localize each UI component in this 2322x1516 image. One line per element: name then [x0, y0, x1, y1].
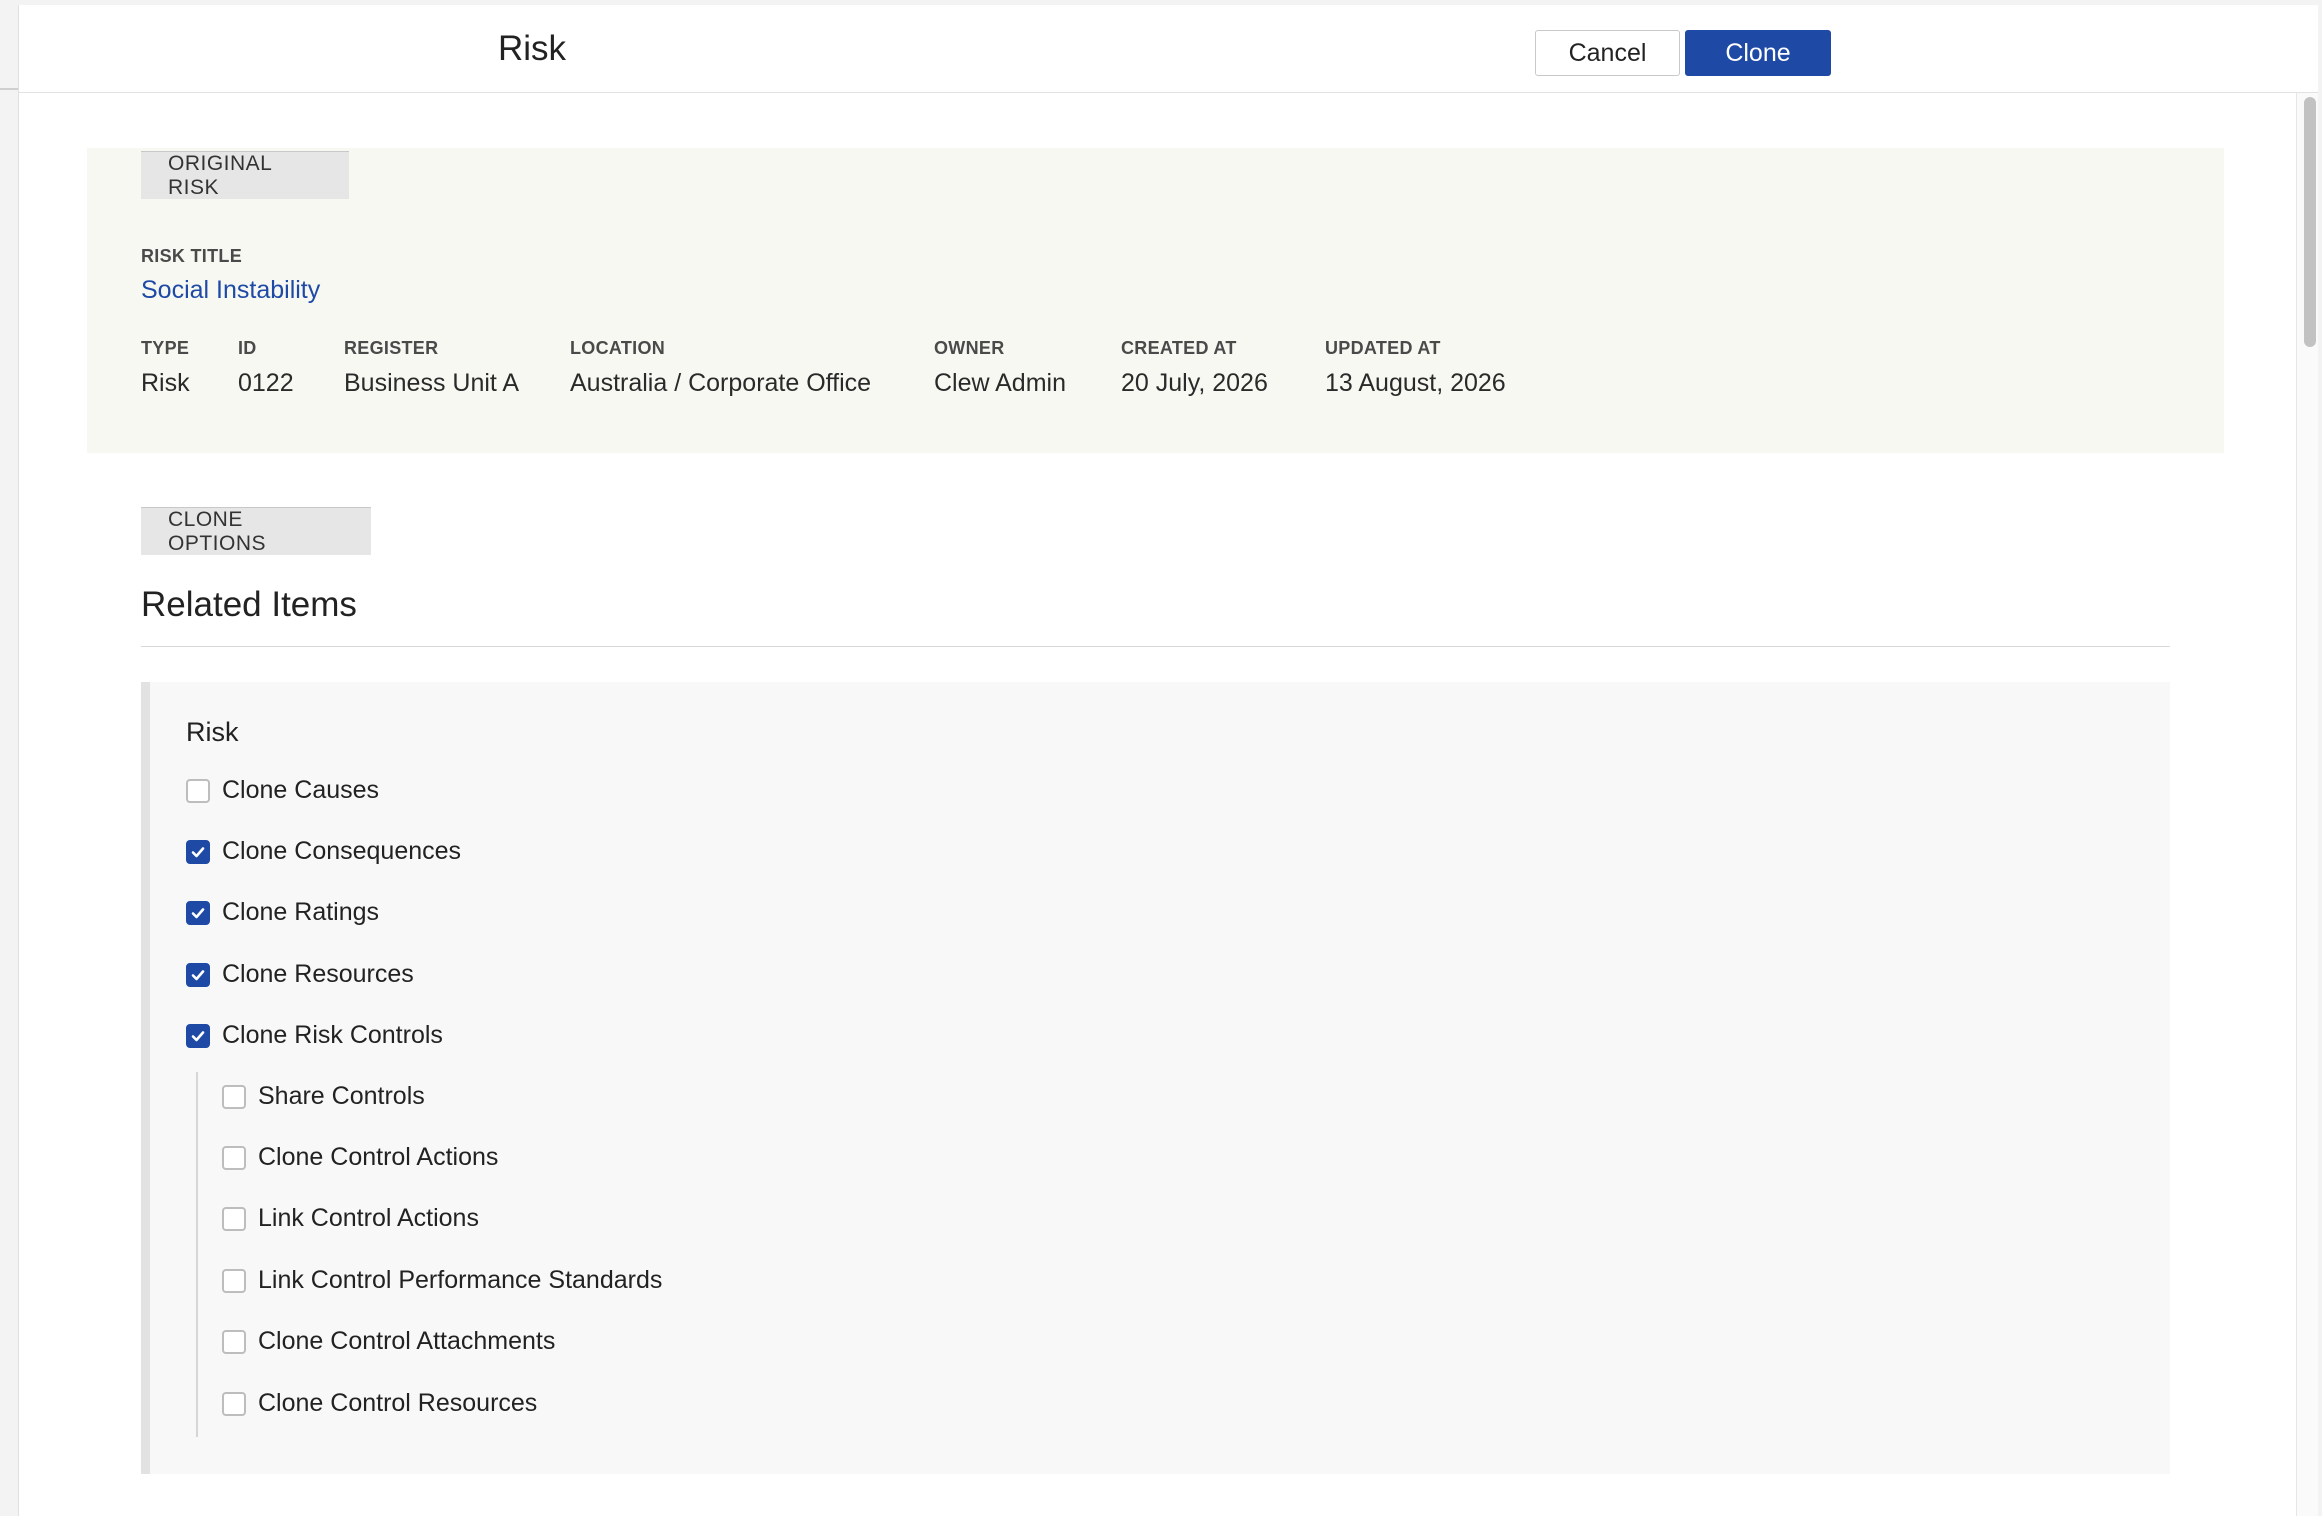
link-control-actions-option[interactable]: Link Control Actions — [222, 1204, 479, 1233]
clone-causes-option[interactable]: Clone Causes — [186, 776, 379, 805]
risk-title-label: RISK TITLE — [141, 246, 242, 266]
backdrop-edge — [0, 88, 18, 90]
created-at-value: 20 July, 2026 — [1121, 369, 1268, 397]
checkmark-icon — [191, 1030, 205, 1041]
type-value: Risk — [141, 369, 190, 397]
clone-control-attachments-label: Clone Control Attachments — [258, 1327, 556, 1355]
checkmark-icon — [191, 907, 205, 918]
link-control-performance-standards-checkbox[interactable] — [222, 1268, 246, 1293]
nested-options-guide — [196, 1072, 198, 1437]
clone-resources-label: Clone Resources — [222, 960, 414, 988]
link-control-performance-standards-option[interactable]: Link Control Performance Standards — [222, 1266, 662, 1295]
link-control-actions-checkbox[interactable] — [222, 1206, 246, 1231]
owner-value: Clew Admin — [934, 369, 1066, 397]
clone-resources-checkbox[interactable] — [186, 962, 210, 987]
clone-consequences-option[interactable]: Clone Consequences — [186, 837, 461, 866]
clone-ratings-option[interactable]: Clone Ratings — [186, 898, 379, 927]
share-controls-label: Share Controls — [258, 1082, 425, 1110]
clone-button[interactable]: Clone — [1685, 30, 1831, 76]
owner-label: OWNER — [934, 338, 1005, 358]
clone-causes-label: Clone Causes — [222, 776, 380, 804]
clone-consequences-checkbox[interactable] — [186, 839, 210, 864]
dialog-title: Risk — [498, 29, 567, 68]
location-value: Australia / Corporate Office — [570, 369, 872, 397]
clone-control-resources-label: Clone Control Resources — [258, 1389, 538, 1417]
clone-control-actions-label: Clone Control Actions — [258, 1143, 499, 1171]
location-label: LOCATION — [570, 338, 666, 358]
clone-control-actions-checkbox[interactable] — [222, 1145, 246, 1170]
clone-control-actions-option[interactable]: Clone Control Actions — [222, 1143, 498, 1172]
clone-risk-controls-checkbox[interactable] — [186, 1023, 210, 1048]
dialog-header: Risk Cancel Clone — [19, 5, 2318, 93]
clone-causes-checkbox[interactable] — [186, 778, 210, 803]
clone-ratings-label: Clone Ratings — [222, 898, 380, 926]
clone-control-resources-option[interactable]: Clone Control Resources — [222, 1389, 537, 1418]
id-label: ID — [238, 338, 257, 358]
share-controls-checkbox[interactable] — [222, 1084, 246, 1109]
cancel-button[interactable]: Cancel — [1535, 30, 1680, 76]
updated-at-value: 13 August, 2026 — [1325, 369, 1506, 397]
created-at-label: CREATED AT — [1121, 338, 1237, 358]
link-control-performance-standards-label: Link Control Performance Standards — [258, 1266, 663, 1294]
id-value: 0122 — [238, 369, 294, 397]
clone-ratings-checkbox[interactable] — [186, 900, 210, 925]
original-risk-tag: ORIGINAL RISK — [141, 151, 349, 199]
clone-risk-controls-option[interactable]: Clone Risk Controls — [186, 1021, 443, 1050]
clone-control-attachments-option[interactable]: Clone Control Attachments — [222, 1327, 555, 1356]
divider — [141, 646, 2170, 647]
link-control-actions-label: Link Control Actions — [258, 1204, 479, 1232]
clone-options-tag: CLONE OPTIONS — [141, 507, 371, 555]
risk-group-title: Risk — [186, 717, 239, 747]
updated-at-label: UPDATED AT — [1325, 338, 1441, 358]
original-risk-panel — [87, 148, 2224, 453]
related-items-heading: Related Items — [141, 585, 357, 624]
share-controls-option[interactable]: Share Controls — [222, 1082, 425, 1111]
clone-risk-controls-label: Clone Risk Controls — [222, 1021, 443, 1049]
risk-title-link[interactable]: Social Instability — [141, 276, 320, 305]
clone-control-resources-checkbox[interactable] — [222, 1391, 246, 1416]
register-label: REGISTER — [344, 338, 439, 358]
clone-risk-dialog: Risk Cancel Clone ORIGINAL RISK RISK TIT… — [18, 5, 2318, 1516]
clone-resources-option[interactable]: Clone Resources — [186, 960, 414, 989]
register-value: Business Unit A — [344, 369, 520, 397]
clone-control-attachments-checkbox[interactable] — [222, 1329, 246, 1354]
scrollbar-thumb[interactable] — [2304, 97, 2316, 347]
checkmark-icon — [191, 969, 205, 980]
type-label: TYPE — [141, 338, 190, 358]
checkmark-icon — [191, 846, 205, 857]
clone-consequences-label: Clone Consequences — [222, 837, 462, 865]
